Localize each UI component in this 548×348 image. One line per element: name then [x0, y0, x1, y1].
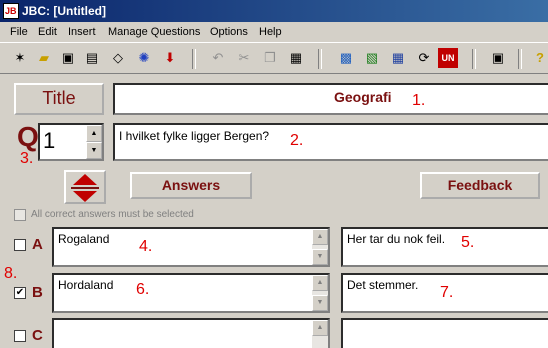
answer-a-text: Rogaland — [58, 232, 110, 246]
answer-a-checkbox[interactable] — [14, 239, 26, 251]
open-folder-icon[interactable]: ▰ — [34, 48, 54, 68]
feedback-a-field[interactable]: Her tar du nok feil. — [341, 227, 548, 267]
unicode-icon[interactable]: UN — [438, 48, 458, 68]
paste-icon[interactable]: ▦ — [286, 48, 306, 68]
toolbar-separator — [518, 49, 522, 69]
answer-a-field[interactable]: Rogaland ▲ ▼ — [52, 227, 330, 267]
annotation-5: 5. — [461, 234, 475, 251]
annotation-4: 4. — [139, 238, 153, 255]
grid-icon[interactable]: ▦ — [388, 48, 408, 68]
toolbar-separator — [318, 49, 322, 69]
menu-manage-questions[interactable]: Manage Questions — [108, 26, 200, 38]
answer-b-text: Hordaland — [58, 278, 114, 292]
menu-bar: File Edit Insert Manage Questions Option… — [0, 22, 548, 42]
monitor-icon[interactable]: ▣ — [488, 48, 508, 68]
annotation-2: 2. — [290, 132, 304, 149]
save-as-icon[interactable]: ▤ — [82, 48, 102, 68]
toolbar-separator — [192, 49, 196, 69]
menu-file[interactable]: File — [10, 26, 28, 38]
answer-c-scrollbar[interactable]: ▲ — [312, 320, 328, 348]
answer-c-letter: C — [32, 327, 43, 344]
answer-a-letter: A — [32, 236, 43, 253]
spinner-up-button[interactable]: ▲ — [86, 125, 102, 142]
web-page-icon[interactable]: ▩ — [336, 48, 356, 68]
new-file-icon[interactable]: ✶ — [10, 48, 30, 68]
answer-c-field[interactable]: ▲ — [52, 318, 330, 348]
window-title: JBC: [Untitled] — [22, 4, 106, 18]
question-number: 1 — [43, 128, 56, 153]
question-text: I hvilket fylke ligger Bergen? — [119, 129, 270, 143]
answers-button[interactable]: Answers — [130, 172, 252, 199]
feedback-c-field[interactable] — [341, 318, 548, 348]
scroll-down-button[interactable]: ▼ — [312, 295, 328, 311]
annotation-3: 3. — [20, 150, 34, 167]
arrow-down-icon[interactable]: ⬇ — [160, 48, 180, 68]
question-text-field[interactable]: I hvilket fylke ligger Bergen? — [113, 123, 548, 161]
toolbar: ✶ ▰ ▣ ▤ ◇ ✺ ⬇ ↶ ✂ ❐ ▦ ▩ ▧ ▦ ⟳ UN ▣ ? — [0, 42, 548, 74]
scroll-down-button[interactable]: ▼ — [312, 249, 328, 265]
menu-options[interactable]: Options — [210, 26, 248, 38]
menu-edit[interactable]: Edit — [38, 26, 57, 38]
window-title-bar: JB JBC: [Untitled] — [0, 0, 548, 22]
title-button[interactable]: Title — [14, 83, 104, 115]
answer-b-letter: B — [32, 284, 43, 301]
toolbar-separator — [472, 49, 476, 69]
answer-b-checkbox[interactable]: ✔ — [14, 287, 26, 299]
all-correct-label: All correct answers must be selected — [31, 209, 194, 220]
title-value: Geografi — [334, 89, 392, 105]
annotation-7: 7. — [440, 284, 454, 301]
question-number-spinner[interactable]: 1 ▲ ▼ — [38, 123, 104, 161]
down-arrow-icon — [73, 191, 97, 202]
q-label: Q — [17, 121, 39, 152]
copy-icon[interactable]: ❐ — [260, 48, 280, 68]
app-icon: JB — [3, 3, 19, 19]
export-icon[interactable]: ▧ — [362, 48, 382, 68]
answer-b-field[interactable]: Hordaland ▲ ▼ — [52, 273, 330, 313]
feedback-a-text: Her tar du nok feil. — [347, 232, 446, 246]
scroll-up-button[interactable]: ▲ — [312, 229, 328, 245]
up-arrow-icon — [73, 174, 97, 185]
spinner-down-button[interactable]: ▼ — [86, 142, 102, 159]
title-field[interactable]: Geografi — [113, 83, 548, 115]
cut-icon[interactable]: ✂ — [234, 48, 254, 68]
divider — [71, 187, 99, 189]
answer-c-checkbox[interactable] — [14, 330, 26, 342]
feedback-b-text: Det stemmer. — [347, 278, 419, 292]
undo-icon[interactable]: ↶ — [208, 48, 228, 68]
answer-b-scrollbar[interactable]: ▲ ▼ — [312, 275, 328, 311]
annotation-8: 8. — [4, 265, 18, 282]
refresh-icon[interactable]: ⟳ — [414, 48, 434, 68]
scroll-up-button[interactable]: ▲ — [312, 275, 328, 291]
menu-insert[interactable]: Insert — [68, 26, 96, 38]
scroll-up-button[interactable]: ▲ — [312, 320, 328, 336]
answer-a-scrollbar[interactable]: ▲ ▼ — [312, 229, 328, 265]
menu-help[interactable]: Help — [259, 26, 282, 38]
check-mark-icon: ✔ — [15, 287, 25, 298]
annotation-1: 1. — [412, 92, 426, 109]
all-correct-checkbox[interactable] — [14, 209, 26, 221]
annotation-6: 6. — [136, 281, 150, 298]
save-icon[interactable]: ▣ — [58, 48, 78, 68]
web-export-icon[interactable]: ✺ — [134, 48, 154, 68]
eraser-icon[interactable]: ◇ — [108, 48, 128, 68]
move-question-button[interactable] — [64, 170, 106, 204]
feedback-button[interactable]: Feedback — [420, 172, 540, 199]
help-icon[interactable]: ? — [530, 48, 548, 68]
